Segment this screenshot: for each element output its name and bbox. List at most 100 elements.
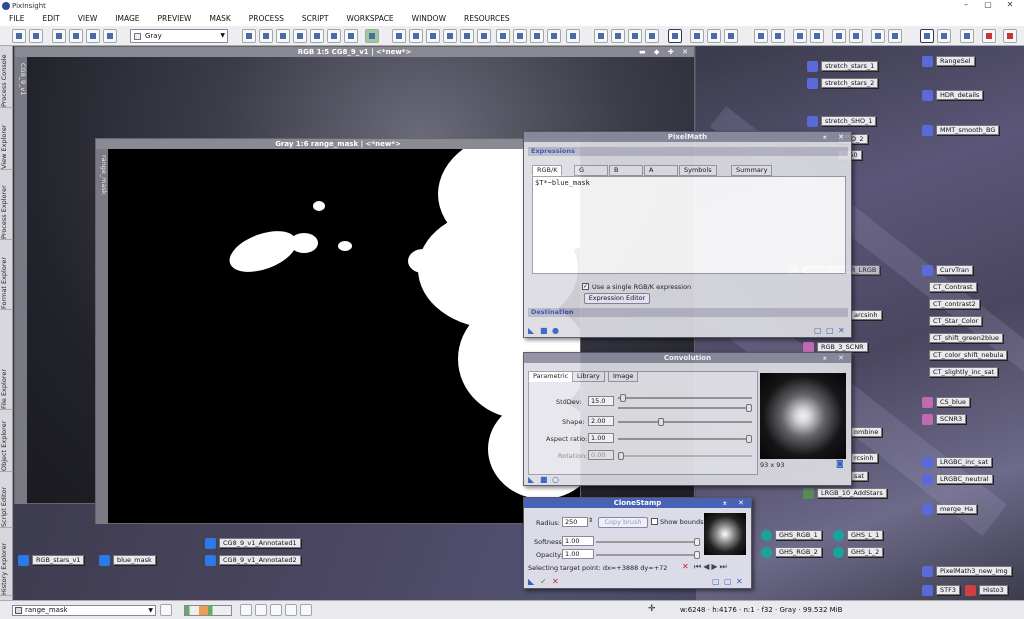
process-icon[interactable]: LRGBC_neutral [922,473,993,485]
radius-input[interactable]: 250 [562,517,588,527]
process-icon[interactable]: GHS_RGB_2 [761,546,822,558]
process-icon[interactable]: SCNR3 [922,413,967,425]
camera-icon[interactable]: ◙ [836,459,844,468]
process-c-icon[interactable] [724,29,738,43]
stddev-slider[interactable] [618,394,752,402]
stf-reset-icon[interactable] [628,29,642,43]
stf-auto-icon[interactable] [611,29,625,43]
readout-icon[interactable] [293,29,307,43]
slider-knob[interactable] [746,435,752,443]
convolution-titlebar[interactable]: Convolution ⌅ ✕ [524,353,851,363]
slider-knob[interactable] [746,404,752,412]
window-red2-icon[interactable] [1003,29,1017,43]
tab-history-explorer[interactable]: History Explorer [0,532,13,596]
zoom-out-icon[interactable] [409,29,423,43]
expression-editor[interactable]: $T*~blue_mask [532,176,846,274]
rgb-view-tab[interactable]: CG8_9_v1 [15,57,27,504]
menu-workspace[interactable]: WORKSPACE [337,12,402,26]
process-icon[interactable]: CT_Contrast [929,281,977,293]
status-tool-e-icon[interactable] [300,604,312,616]
image-icon[interactable]: RGB_stars_v1 [18,554,85,566]
channel-select[interactable]: Gray ▼ [130,29,228,43]
process-j-icon[interactable] [871,29,885,43]
stf-link-icon[interactable] [645,29,659,43]
tab-a[interactable]: A [644,165,678,176]
process-icon[interactable]: MMT_smooth_BG [922,124,1000,136]
slider-knob[interactable] [658,418,664,426]
tab-summary[interactable]: Summary [731,165,773,176]
slider-knob[interactable] [618,452,624,460]
swap-icon[interactable] [86,29,100,43]
tab-file-explorer[interactable]: File Explorer [0,358,13,410]
maximize-button[interactable]: ▢ [980,0,996,9]
new-instance-icon[interactable]: ◣ [528,475,534,484]
process-icon[interactable]: GHS_RGB_1 [761,529,822,541]
pan-icon[interactable] [242,29,256,43]
slider-knob[interactable] [620,394,626,402]
single-expression-checkbox[interactable]: ✓ [582,283,589,290]
apply-global-icon[interactable]: ○ [552,475,559,484]
image-icon[interactable]: CG8_9_v1_Annotated1 [205,537,301,549]
browse-doc-icon[interactable]: ▢ [814,326,822,335]
cancel-icon[interactable]: ✕ [552,577,559,586]
stf-active-icon[interactable] [668,29,682,43]
process-f-icon[interactable] [793,29,807,43]
browse-doc-icon[interactable]: ▢ [712,577,720,586]
process-icon[interactable]: HDR_details [922,89,984,101]
monitor-icon[interactable] [920,29,934,43]
slider-knob[interactable] [694,551,700,559]
menu-file[interactable]: FILE [0,12,33,26]
window-icon[interactable] [960,29,974,43]
softness-input[interactable]: 1.00 [562,536,594,546]
pixelmath-titlebar[interactable]: PixelMath ⌅ ✕ [524,132,851,142]
minimize-button[interactable]: – [958,0,974,9]
mask-image-window[interactable]: Gray 1:6 range_mask | <*new*> range_mask [95,138,581,524]
view-lock-icon[interactable] [160,604,172,616]
mask-image-canvas[interactable] [108,149,580,523]
show-bounds-checkbox[interactable] [651,518,658,525]
apply-global-icon[interactable]: ● [552,326,559,335]
process-g-icon[interactable] [810,29,824,43]
image-icon[interactable]: blue_mask [99,554,156,566]
rotation-slider[interactable] [618,452,752,460]
fit-icon[interactable] [259,29,273,43]
process-k-icon[interactable] [888,29,902,43]
clonestamp-titlebar[interactable]: CloneStamp ⌅ ✕ [524,498,751,508]
process-icon[interactable]: CT_Star_Color [929,315,983,327]
rotation-input[interactable]: 0.00 [588,450,614,460]
crop-icon[interactable] [566,29,580,43]
process-icon[interactable]: stretch_stars_1 [807,60,879,72]
process-icon[interactable]: CS_blue [922,396,970,408]
process-icon[interactable]: RangeSel [922,55,975,67]
process-h-icon[interactable] [832,29,846,43]
new-image-icon[interactable] [52,29,66,43]
process-icon[interactable]: CT_slightly_inc_sat [929,366,999,378]
process-icon[interactable]: sat [850,470,868,482]
preview-edit-icon[interactable] [513,29,527,43]
apply-icon[interactable]: ■ [540,326,548,335]
zoom-fit-icon[interactable] [426,29,440,43]
image-icon[interactable]: CG8_9_v1_Annotated2 [205,554,301,566]
aspect-ratio-slider[interactable] [618,435,752,443]
process-icon[interactable]: stretch_SHO_1 [807,115,877,127]
tab-b[interactable]: B [609,165,643,176]
softness-slider[interactable] [596,538,700,546]
tab-process-explorer[interactable]: Process Explorer [0,174,13,240]
process-icon[interactable]: stretch_stars_2 [807,77,879,89]
tab-format-explorer[interactable]: Format Explorer [0,242,13,310]
stf-icon[interactable] [594,29,608,43]
process-icon[interactable]: CurvTran [922,264,973,276]
pixelmath-dialog[interactable]: PixelMath ⌅ ✕ Expressions RGB/K G B A Sy… [523,131,852,338]
menu-mask[interactable]: MASK [200,12,239,26]
process-icon[interactable]: PixelMath3_new_img [922,565,1012,577]
clonestamp-dialog[interactable]: CloneStamp ⌅ ✕ Radius: 250 ⇕ Copy brush … [523,497,752,589]
status-tool-d-icon[interactable] [285,604,297,616]
redo-icon[interactable] [29,29,43,43]
undo-icon[interactable] [12,29,26,43]
channel-indicators[interactable] [184,605,232,616]
opacity-input[interactable]: 1.00 [562,549,594,559]
tab-library[interactable]: Library [572,371,605,382]
menu-edit[interactable]: EDIT [33,12,68,26]
reset-icon[interactable] [103,29,117,43]
process-a-icon[interactable] [690,29,704,43]
